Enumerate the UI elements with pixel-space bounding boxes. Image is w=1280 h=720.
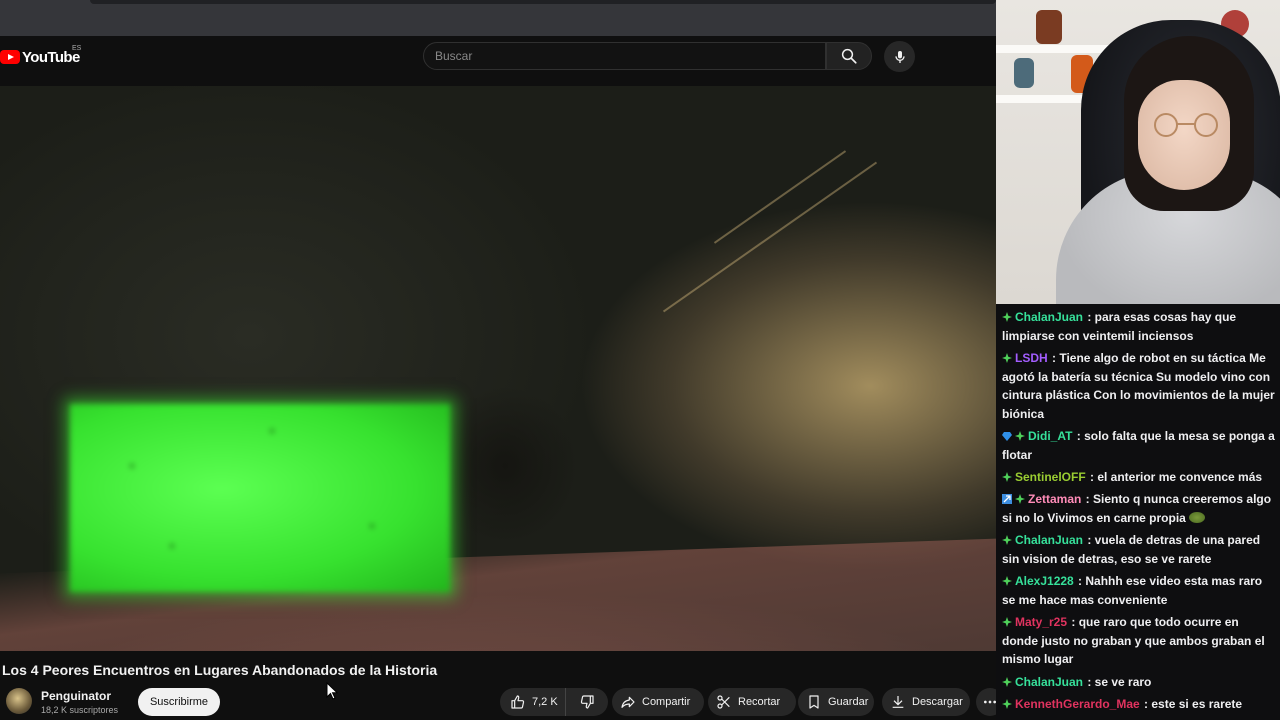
chat-message: ChalanJuan : se ve raro <box>1002 673 1278 692</box>
streamer-webcam <box>996 0 1280 304</box>
channel-avatar[interactable] <box>6 688 32 714</box>
chat-username[interactable]: SentinelOFF <box>1015 470 1086 484</box>
frog-emote-icon <box>1189 512 1206 524</box>
chat-message: ChalanJuan : para esas cosas hay que lim… <box>1002 308 1278 345</box>
mouse-cursor-icon <box>326 682 338 700</box>
chat-username[interactable]: AlexJ1228 <box>1015 574 1074 588</box>
plus-badge-icon <box>1002 309 1012 322</box>
channel-name[interactable]: Penguinator <box>41 689 111 703</box>
bookmark-icon <box>809 695 819 709</box>
chat-username[interactable]: Didi_AT <box>1028 429 1072 443</box>
chat-username[interactable]: KennethGerardo_Mae <box>1015 697 1140 711</box>
voice-search-button[interactable] <box>884 41 915 72</box>
plus-badge-icon <box>1002 532 1012 546</box>
plus-badge-icon <box>1002 469 1012 483</box>
prime-badge-icon <box>1002 491 1012 505</box>
clip-label: Recortar <box>738 696 781 708</box>
chat-message: AlexJ1228 : Nahhh ese video esta mas rar… <box>1002 572 1278 609</box>
download-icon <box>892 696 904 708</box>
share-icon <box>621 696 635 708</box>
save-label: Guardar <box>828 696 869 708</box>
video-shadow <box>430 386 580 546</box>
chat-username[interactable]: Maty_r25 <box>1015 615 1067 629</box>
plus-badge-icon <box>1015 428 1025 442</box>
chat-message: Didi_AT : solo falta que la mesa se pong… <box>1002 427 1278 464</box>
speck <box>370 524 374 528</box>
chat-message: ChalanJuan : vuela de detras de una pare… <box>1002 531 1278 568</box>
chat-username[interactable]: ChalanJuan <box>1015 533 1083 547</box>
share-button[interactable]: Compartir <box>612 688 704 716</box>
clip-button[interactable]: Recortar <box>708 688 796 716</box>
thumbs-down-icon <box>580 695 594 709</box>
chat-message: SentinelOFF : el anterior me convence má… <box>1002 468 1278 487</box>
chat-username[interactable]: ChalanJuan <box>1015 675 1083 689</box>
plus-badge-icon <box>1002 350 1012 363</box>
plus-badge-icon <box>1002 614 1012 628</box>
search-button[interactable] <box>826 42 872 70</box>
like-count: 7,2 K <box>532 696 558 708</box>
video-title: Los 4 Peores Encuentros en Lugares Aband… <box>2 662 438 678</box>
search-box <box>423 42 826 70</box>
share-label: Compartir <box>642 696 691 708</box>
search-icon <box>841 48 857 64</box>
scissors-icon <box>717 695 730 709</box>
chat-message: Maty_r25 : que raro que todo ocurre en d… <box>1002 613 1278 669</box>
chat-message: Zettaman : Siento q nunca creeremos algo… <box>1002 490 1278 527</box>
chat-text: : este si es rarete <box>1140 696 1243 711</box>
video-player[interactable] <box>0 86 996 651</box>
figurine <box>1014 58 1034 88</box>
save-button[interactable]: Guardar <box>798 688 874 716</box>
speck <box>270 429 274 433</box>
video-green-overlay <box>70 404 450 592</box>
like-button[interactable]: 7,2 K <box>500 688 566 716</box>
plus-badge-icon <box>1002 696 1012 709</box>
youtube-play-icon <box>0 50 20 64</box>
plus-badge-icon <box>1015 491 1025 505</box>
glasses-icon <box>1154 113 1218 137</box>
browser-top-bar <box>0 0 996 36</box>
subscriber-count: 18,2 K suscriptores <box>41 705 119 715</box>
chat-username[interactable]: ChalanJuan <box>1015 310 1083 324</box>
chat-username[interactable]: Zettaman <box>1028 492 1081 506</box>
video-light-streak <box>662 161 878 313</box>
microphone-icon <box>894 50 905 63</box>
chat-text: : el anterior me convence más <box>1086 470 1263 485</box>
speck <box>130 464 134 468</box>
gem-badge-icon <box>1002 428 1012 442</box>
figurine <box>1036 10 1062 44</box>
thumbs-up-icon <box>511 695 525 709</box>
stream-chat: ChalanJuan : para esas cosas hay que lim… <box>996 304 1280 720</box>
download-label: Descargar <box>912 696 963 708</box>
download-button[interactable]: Descargar <box>882 688 970 716</box>
youtube-logo[interactable]: YouTube ES <box>0 45 82 67</box>
like-dislike-group: 7,2 K <box>500 688 608 716</box>
chat-username[interactable]: LSDH <box>1015 351 1048 365</box>
speck <box>170 544 174 548</box>
region-code: ES <box>72 45 82 52</box>
dislike-button[interactable] <box>566 688 608 716</box>
chat-text: : se ve raro <box>1084 674 1152 689</box>
chat-message: LSDH : Tiene algo de robot en su táctica… <box>1002 349 1278 424</box>
subscribe-button[interactable]: Suscribirme <box>138 688 220 716</box>
plus-badge-icon <box>1002 573 1012 587</box>
youtube-header: YouTube ES <box>0 36 996 86</box>
plus-badge-icon <box>1002 674 1012 687</box>
shelf <box>996 45 1116 53</box>
chat-message: KennethGerardo_Mae : este si es rarete <box>1002 695 1278 714</box>
search-input[interactable] <box>424 43 825 69</box>
browser-tab-strip <box>90 0 996 4</box>
